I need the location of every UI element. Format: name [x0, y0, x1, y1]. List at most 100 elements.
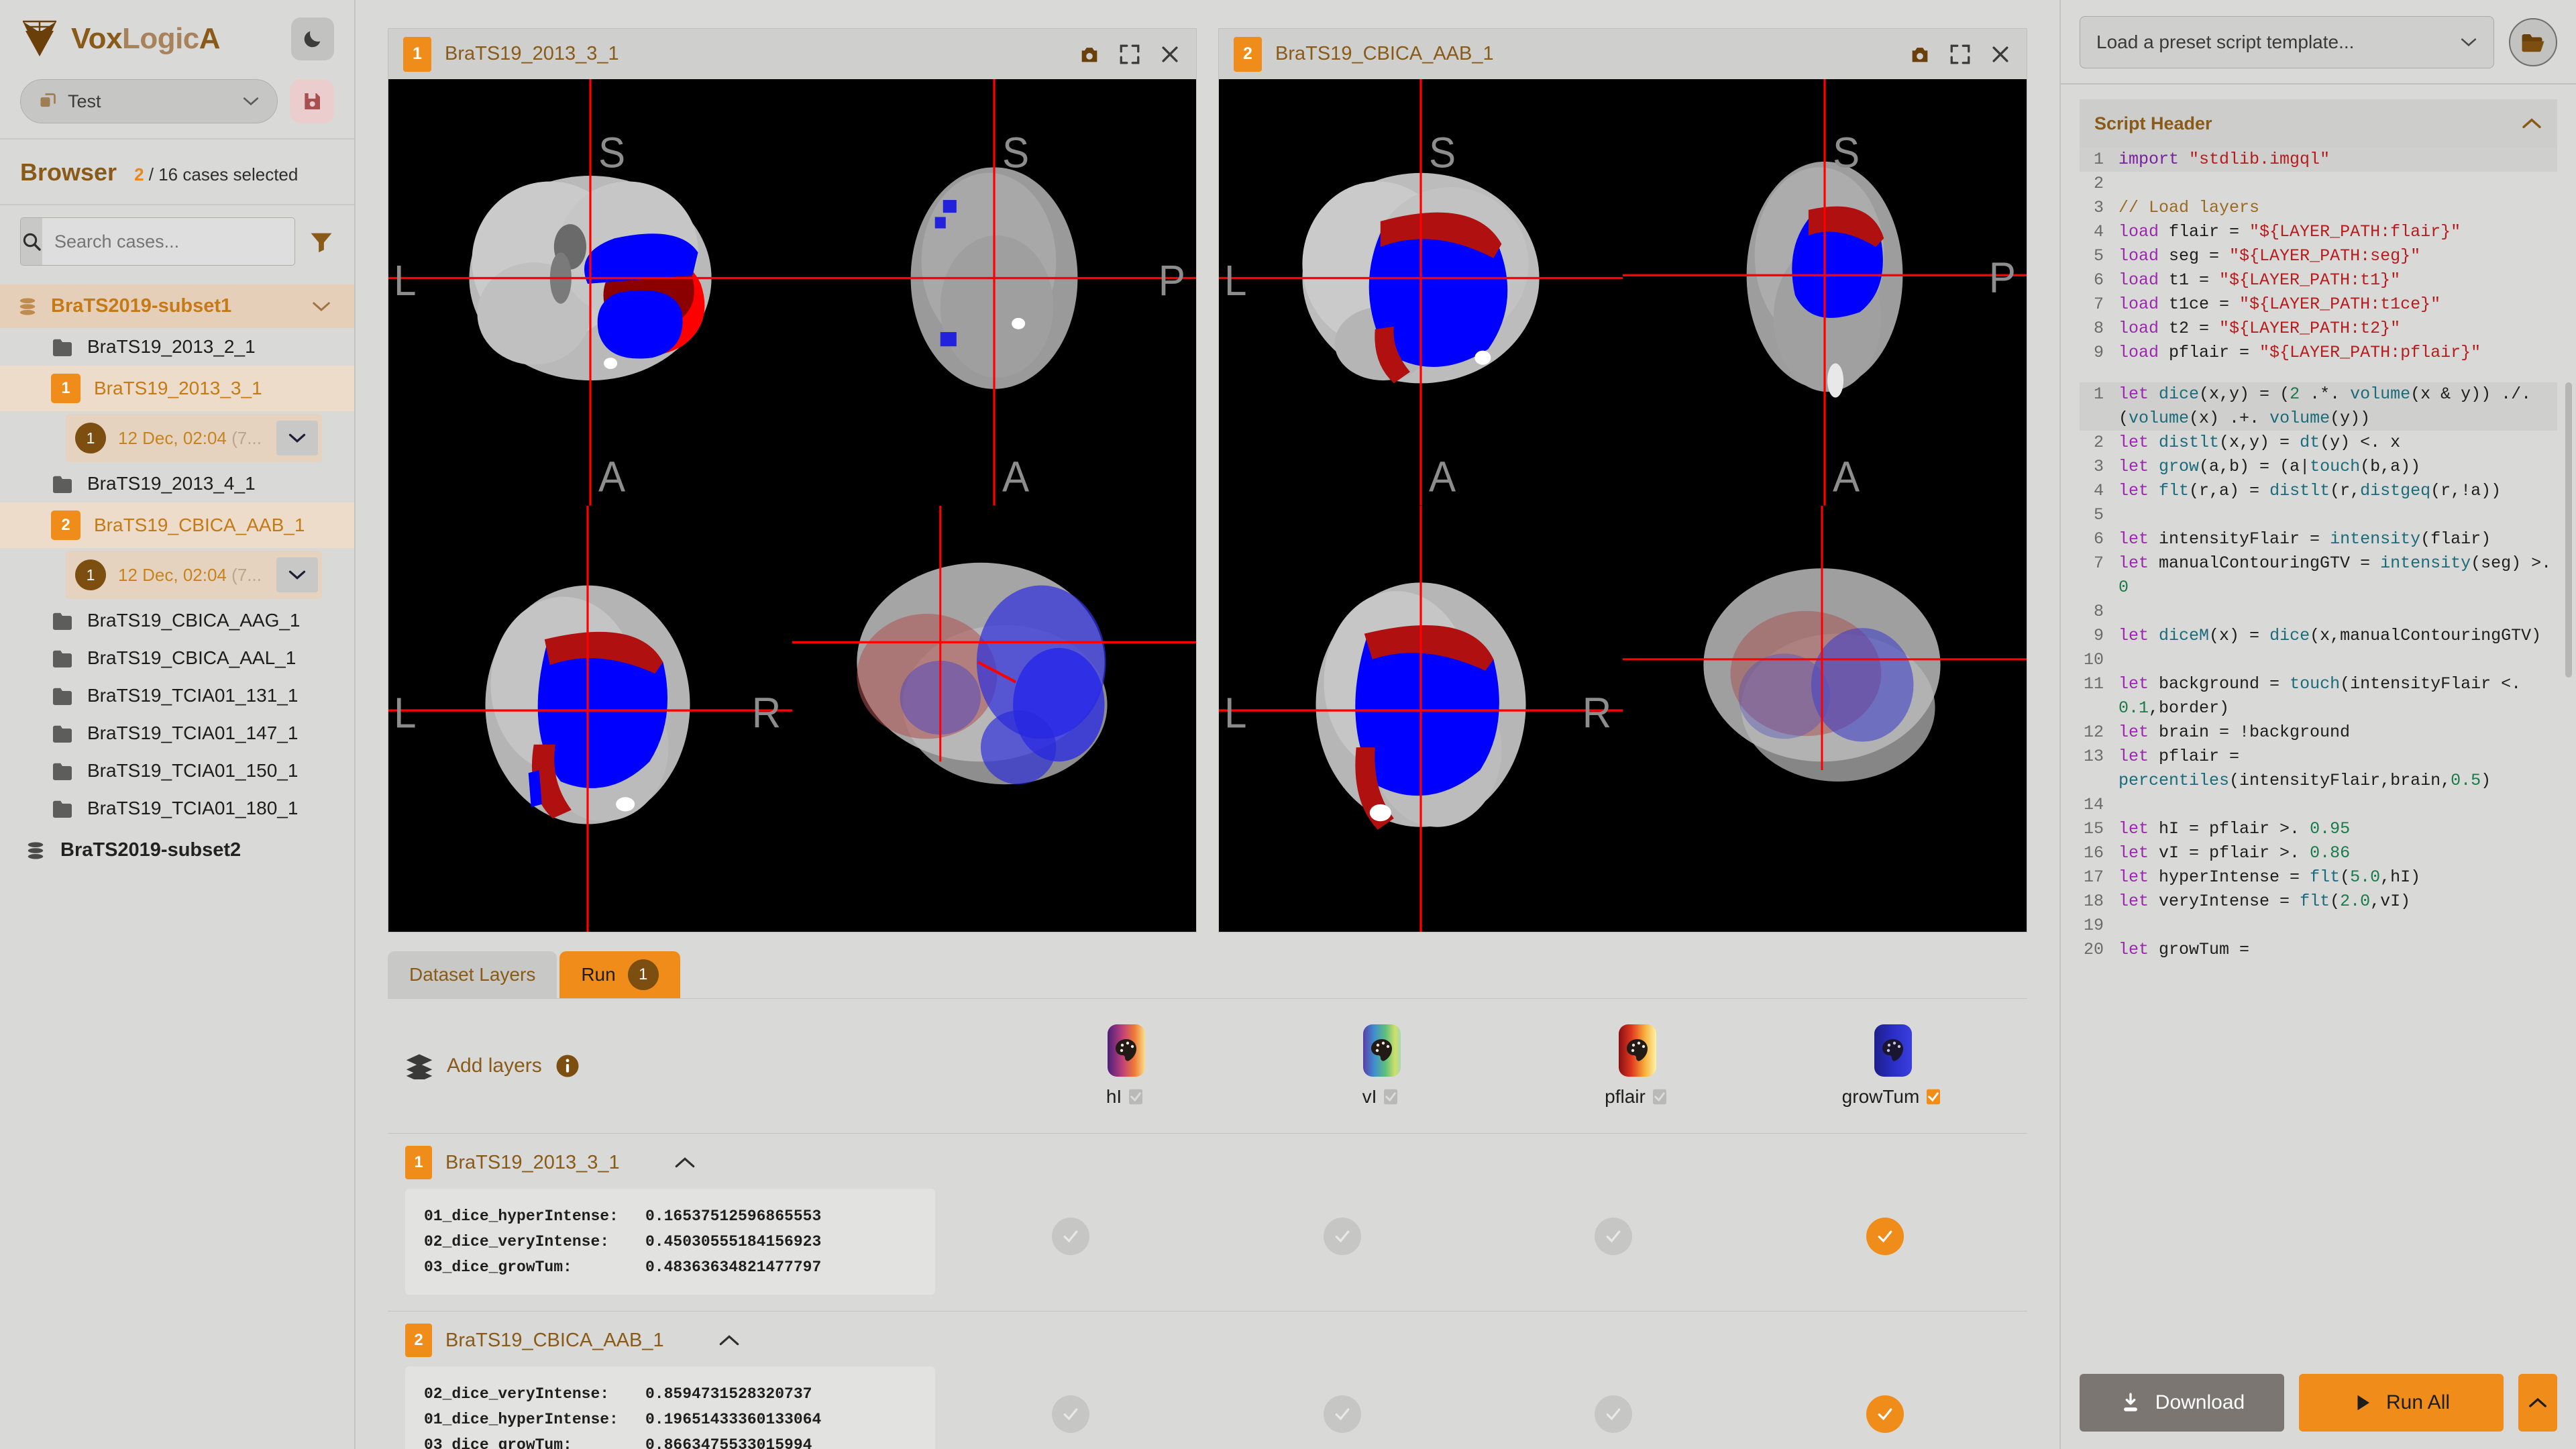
case-name: BraTS19_TCIA01_150_1	[87, 760, 298, 782]
layer-toggle-hI[interactable]	[1052, 1218, 1089, 1255]
script-scrollbar[interactable]	[2565, 382, 2572, 678]
chevron-up-icon[interactable]	[674, 1155, 696, 1170]
sidebar-top: VoxLogicA Test	[0, 0, 354, 138]
case-row-selected[interactable]: 1 BraTS19_2013_3_1	[0, 366, 354, 411]
layer-toggle-hI[interactable]	[1052, 1395, 1089, 1433]
layer-toggle-vI[interactable]	[1324, 1395, 1361, 1433]
theme-toggle-button[interactable]	[291, 17, 334, 60]
run-expand-button[interactable]	[276, 557, 318, 592]
viewer-title: BraTS19_2013_3_1	[445, 43, 1065, 65]
script-body-scroll[interactable]: 1let dice(x,y) = (2 .*. volume(x & y)) .…	[2061, 382, 2576, 1360]
filter-icon[interactable]	[309, 230, 334, 253]
info-icon[interactable]	[555, 1054, 580, 1078]
tab-run[interactable]: Run 1	[559, 951, 680, 998]
slice-sagittal[interactable]: S L A	[388, 79, 792, 506]
layer-toggle-pflair[interactable]	[1595, 1395, 1632, 1433]
layer-colormap-swatch[interactable]	[1108, 1024, 1145, 1077]
line-text: load seg = "${LAYER_PATH:seg}"	[2118, 244, 2557, 268]
layer-toggle-vI[interactable]	[1324, 1218, 1361, 1255]
run-expand-button[interactable]	[276, 421, 318, 455]
tab-dataset-layers[interactable]: Dataset Layers	[388, 951, 557, 998]
case-row-selected[interactable]: 2 BraTS19_CBICA_AAB_1	[0, 502, 354, 548]
search-box[interactable]	[20, 217, 295, 266]
line-text: let veryIntense = flt(2.0,vI)	[2118, 890, 2557, 914]
viewer-body-1[interactable]: S L A	[388, 79, 1197, 932]
layer-colormap-swatch[interactable]	[1363, 1024, 1401, 1077]
dataset-row-subset1[interactable]: BraTS2019-subset1	[0, 284, 354, 328]
chevron-down-icon[interactable]	[311, 301, 331, 313]
download-layer-icon[interactable]	[1126, 1087, 1146, 1107]
camera-icon[interactable]	[1909, 43, 1931, 66]
run-entry[interactable]: 1 12 Dec, 02:04 (7...	[66, 414, 322, 462]
slice-coronal[interactable]: S P A	[792, 79, 1196, 506]
case-row[interactable]: BraTS19_CBICA_AAL_1	[0, 639, 354, 677]
close-icon[interactable]	[1989, 43, 2012, 66]
script-body-code[interactable]: 1let dice(x,y) = (2 .*. volume(x & y)) .…	[2080, 382, 2557, 962]
camera-icon[interactable]	[1078, 43, 1101, 66]
project-label: Test	[68, 91, 231, 112]
fullscreen-icon[interactable]	[1949, 43, 1972, 66]
slice-axial[interactable]: L R	[388, 506, 792, 932]
run-extra-text: (7...	[231, 565, 262, 585]
slice-sagittal[interactable]: S L A	[1219, 79, 1623, 506]
check-cell	[935, 1395, 1207, 1433]
viewer-title: BraTS19_CBICA_AAB_1	[1275, 43, 1895, 65]
case-row[interactable]: BraTS19_2013_4_1	[0, 465, 354, 502]
result-case-header[interactable]: 2 BraTS19_CBICA_AAB_1	[394, 1324, 2021, 1357]
close-icon[interactable]	[1159, 43, 1181, 66]
case-row[interactable]: BraTS19_TCIA01_180_1	[0, 790, 354, 827]
chevron-up-icon[interactable]	[718, 1333, 741, 1348]
script-header-section[interactable]: Script Header	[2080, 99, 2557, 148]
line-number: 7	[2080, 551, 2118, 600]
brand-part-2: Logic	[122, 22, 199, 55]
layer-colormap-swatch[interactable]	[1874, 1024, 1912, 1077]
case-tree: BraTS2019-subset1 BraTS19_2013_2_1 1 Bra…	[0, 280, 354, 1449]
download-button[interactable]: Download	[2080, 1374, 2284, 1432]
search-row	[0, 205, 354, 280]
search-input[interactable]	[42, 231, 295, 252]
layer-toggle-growTum[interactable]	[1866, 1395, 1904, 1433]
chevron-up-icon	[2528, 1396, 2548, 1409]
slice-axial[interactable]: L R	[1219, 506, 1623, 932]
script-header-code[interactable]: 1import "stdlib.imgql"23// Load layers4l…	[2080, 148, 2557, 365]
layer-toggle-growTum[interactable]	[1866, 1218, 1904, 1255]
result-case-block-1: 1 BraTS19_2013_3_1 01_dice_hyperIntense:…	[388, 1133, 2027, 1311]
slice-coronal[interactable]: S P A	[1623, 79, 2027, 506]
case-row[interactable]: BraTS19_TCIA01_150_1	[0, 752, 354, 790]
layer-column-pflair: pflair	[1509, 1024, 1765, 1108]
viewer-body-2[interactable]: S L A	[1218, 79, 2027, 932]
layer-toggle-pflair[interactable]	[1595, 1218, 1632, 1255]
result-case-header[interactable]: 1 BraTS19_2013_3_1	[394, 1146, 2021, 1179]
orientation-label-a: A	[1002, 453, 1030, 501]
preset-template-select[interactable]: Load a preset script template...	[2080, 16, 2494, 68]
case-row[interactable]: BraTS19_2013_2_1	[0, 328, 354, 366]
chevron-up-icon[interactable]	[2521, 117, 2542, 130]
line-number: 5	[2080, 244, 2118, 268]
download-layer-icon[interactable]	[1650, 1087, 1670, 1107]
save-button[interactable]	[290, 79, 334, 123]
open-script-button[interactable]	[2509, 18, 2557, 66]
volume-render-3d[interactable]	[1623, 506, 2027, 932]
project-select[interactable]: Test	[20, 79, 278, 123]
layer-colormap-swatch[interactable]	[1619, 1024, 1656, 1077]
download-layer-icon[interactable]	[1923, 1087, 1943, 1107]
volume-render-3d[interactable]	[792, 506, 1196, 932]
case-row[interactable]: BraTS19_TCIA01_131_1	[0, 677, 354, 714]
run-all-button[interactable]: Run All	[2299, 1374, 2504, 1432]
run-options-button[interactable]	[2518, 1374, 2557, 1432]
download-layer-icon[interactable]	[1381, 1087, 1401, 1107]
copy-icon	[38, 92, 57, 111]
check-cell	[1207, 1218, 1479, 1255]
add-layers-control[interactable]: Add layers	[394, 1053, 998, 1079]
run-entry[interactable]: 1 12 Dec, 02:04 (7...	[66, 551, 322, 599]
orientation-label-s: S	[1833, 129, 1860, 177]
code-line: 4load flair = "${LAYER_PATH:flair}"	[2080, 220, 2557, 244]
code-line: 10	[2080, 648, 2557, 672]
case-row[interactable]: BraTS19_TCIA01_147_1	[0, 714, 354, 752]
download-label: Download	[2155, 1391, 2245, 1414]
code-line: 2let distlt(x,y) = dt(y) <. x	[2080, 431, 2557, 455]
case-row[interactable]: BraTS19_CBICA_AAG_1	[0, 602, 354, 639]
fullscreen-icon[interactable]	[1118, 43, 1141, 66]
dataset-row-subset2[interactable]: BraTS2019-subset2	[0, 827, 354, 873]
line-text	[2118, 914, 2557, 938]
